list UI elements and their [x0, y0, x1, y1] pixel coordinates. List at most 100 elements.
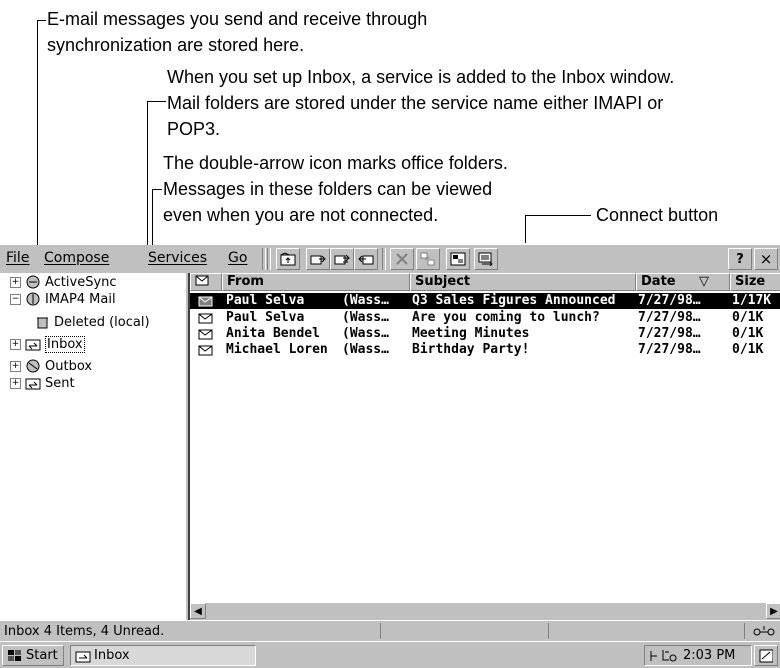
callout-service-line3: POP3.	[167, 119, 221, 139]
message-size: 1/17K	[732, 293, 772, 308]
clock[interactable]: 2:03 PM	[683, 648, 735, 663]
column-date-label: Date	[641, 274, 676, 289]
column-header-date[interactable]: Date ▽	[636, 273, 730, 291]
tree-item-deleted[interactable]: Deleted (local)	[34, 313, 150, 331]
inbox-icon	[75, 651, 91, 662]
menu-file[interactable]: File	[6, 250, 29, 266]
windows-logo-icon	[8, 649, 21, 661]
office-folder-icon	[25, 378, 41, 390]
tree-item-inbox[interactable]: + Inbox	[10, 335, 85, 353]
forward-icon[interactable]	[354, 248, 378, 270]
taskbar-inbox-label: Inbox	[94, 648, 130, 663]
status-divider	[380, 623, 381, 639]
start-button[interactable]: Start	[2, 645, 64, 666]
callout-service-line1: When you set up Inbox, a service is adde…	[167, 67, 675, 87]
message-row[interactable]: Michael Loren (Wass… Birthday Party! 7/2…	[190, 342, 780, 358]
callout-service-line2: Mail folders are stored under the servic…	[167, 93, 664, 113]
tree-item-outbox[interactable]: + Outbox	[10, 357, 92, 375]
scroll-left-icon[interactable]: ◀	[190, 603, 206, 619]
taskbar-inbox[interactable]: Inbox	[70, 645, 256, 666]
callout-sync-line1: E-mail messages you send and receive thr…	[47, 9, 428, 29]
message-org: (Wass…	[342, 326, 389, 341]
desktop-button[interactable]	[754, 645, 778, 666]
help-button[interactable]: ?	[728, 248, 752, 270]
menu-compose[interactable]: Compose	[44, 250, 109, 266]
delete-icon[interactable]	[390, 248, 414, 270]
message-row[interactable]: Anita Bendel (Wass… Meeting Minutes 7/27…	[190, 326, 780, 342]
menu-go[interactable]: Go	[228, 250, 247, 266]
message-size: 0/1K	[732, 342, 764, 357]
callout-service-hline	[147, 101, 166, 102]
desktop-icon	[759, 649, 773, 662]
help-label: ?	[736, 251, 744, 267]
tree-item-activesync[interactable]: + ActiveSync	[10, 273, 117, 291]
message-list: From Subject Date ▽ Size Paul Selva (Was…	[188, 273, 780, 603]
sort-icon: ▽	[699, 274, 709, 289]
close-button[interactable]: ×	[754, 248, 778, 270]
move-icon[interactable]	[416, 248, 440, 270]
tree-item-sent[interactable]: + Sent	[10, 374, 75, 392]
expand-icon[interactable]: +	[10, 360, 21, 372]
unread-message-icon	[198, 313, 213, 324]
expand-icon[interactable]: +	[10, 338, 21, 350]
menu-services[interactable]: Services	[148, 250, 207, 266]
collapse-icon[interactable]: −	[10, 293, 21, 305]
taskbar: Start Inbox 2:03 PM	[0, 641, 780, 668]
menu-bar: File Compose Services Go ? ×	[0, 245, 780, 273]
tray-connection-icon[interactable]	[649, 648, 679, 664]
callout-connect-hline	[525, 215, 591, 216]
horizontal-scrollbar[interactable]: ◀ ▶	[188, 603, 780, 620]
outbox-icon	[26, 359, 40, 373]
read-message-icon	[198, 296, 213, 307]
message-date: 7/27/98…	[638, 326, 701, 341]
tree-label-outbox: Outbox	[45, 358, 93, 374]
status-divider	[744, 623, 745, 639]
callout-office-line3: even when you are not connected.	[163, 205, 439, 225]
message-size: 0/1K	[732, 326, 764, 341]
reply-all-icon[interactable]	[330, 248, 354, 270]
envelope-header-icon	[195, 275, 209, 286]
status-divider	[548, 623, 549, 639]
scroll-right-icon[interactable]: ▶	[766, 603, 780, 619]
message-row[interactable]: Paul Selva (Wass… Are you coming to lunc…	[190, 310, 780, 326]
column-header-icon[interactable]	[190, 273, 222, 291]
callout-office-line1: The double-arrow icon marks office folde…	[163, 153, 508, 173]
network-icon	[753, 626, 775, 636]
column-header-from[interactable]: From	[222, 273, 410, 291]
inbox-window: File Compose Services Go ? × + ActiveSyn…	[0, 245, 780, 668]
tree-item-imap4[interactable]: − IMAP4 Mail	[10, 290, 116, 308]
message-subject: Birthday Party!	[412, 342, 530, 357]
toolbar-separator	[382, 248, 386, 270]
service-icon	[26, 292, 40, 306]
folder-up-icon[interactable]	[276, 248, 300, 270]
reply-icon[interactable]	[306, 248, 330, 270]
column-header-subject[interactable]: Subject	[410, 273, 636, 291]
start-label: Start	[26, 648, 58, 663]
close-icon: ×	[759, 250, 773, 268]
message-org: (Wass…	[342, 310, 389, 325]
expand-icon[interactable]: +	[10, 276, 21, 288]
message-org: (Wass…	[342, 293, 389, 308]
callout-office-line2: Messages in these folders can be viewed	[163, 179, 493, 199]
callout-sync-hline	[37, 20, 46, 21]
unread-message-icon	[198, 345, 213, 356]
trash-icon	[37, 317, 48, 329]
message-date: 7/27/98…	[638, 342, 701, 357]
system-tray: 2:03 PM	[644, 645, 752, 666]
connect-icon[interactable]	[474, 248, 498, 270]
column-header-size[interactable]: Size	[730, 273, 780, 291]
callout-connect-vline	[525, 215, 526, 243]
message-from: Michael Loren	[226, 342, 328, 357]
status-bar: Inbox 4 Items, 4 Unread.	[0, 620, 780, 641]
message-from: Anita Bendel	[226, 326, 320, 341]
unread-message-icon	[198, 329, 213, 340]
message-row[interactable]: Paul Selva (Wass… Q3 Sales Figures Annou…	[190, 293, 780, 309]
folder-icon[interactable]	[446, 248, 470, 270]
folder-tree: + ActiveSync − IMAP4 Mail Deleted (local…	[0, 273, 186, 620]
tree-label-sent: Sent	[45, 375, 75, 391]
status-text: Inbox 4 Items, 4 Unread.	[4, 624, 165, 639]
tree-label-activesync: ActiveSync	[45, 274, 117, 290]
message-date: 7/27/98…	[638, 293, 701, 308]
column-size-label: Size	[735, 274, 766, 289]
expand-icon[interactable]: +	[10, 377, 21, 389]
